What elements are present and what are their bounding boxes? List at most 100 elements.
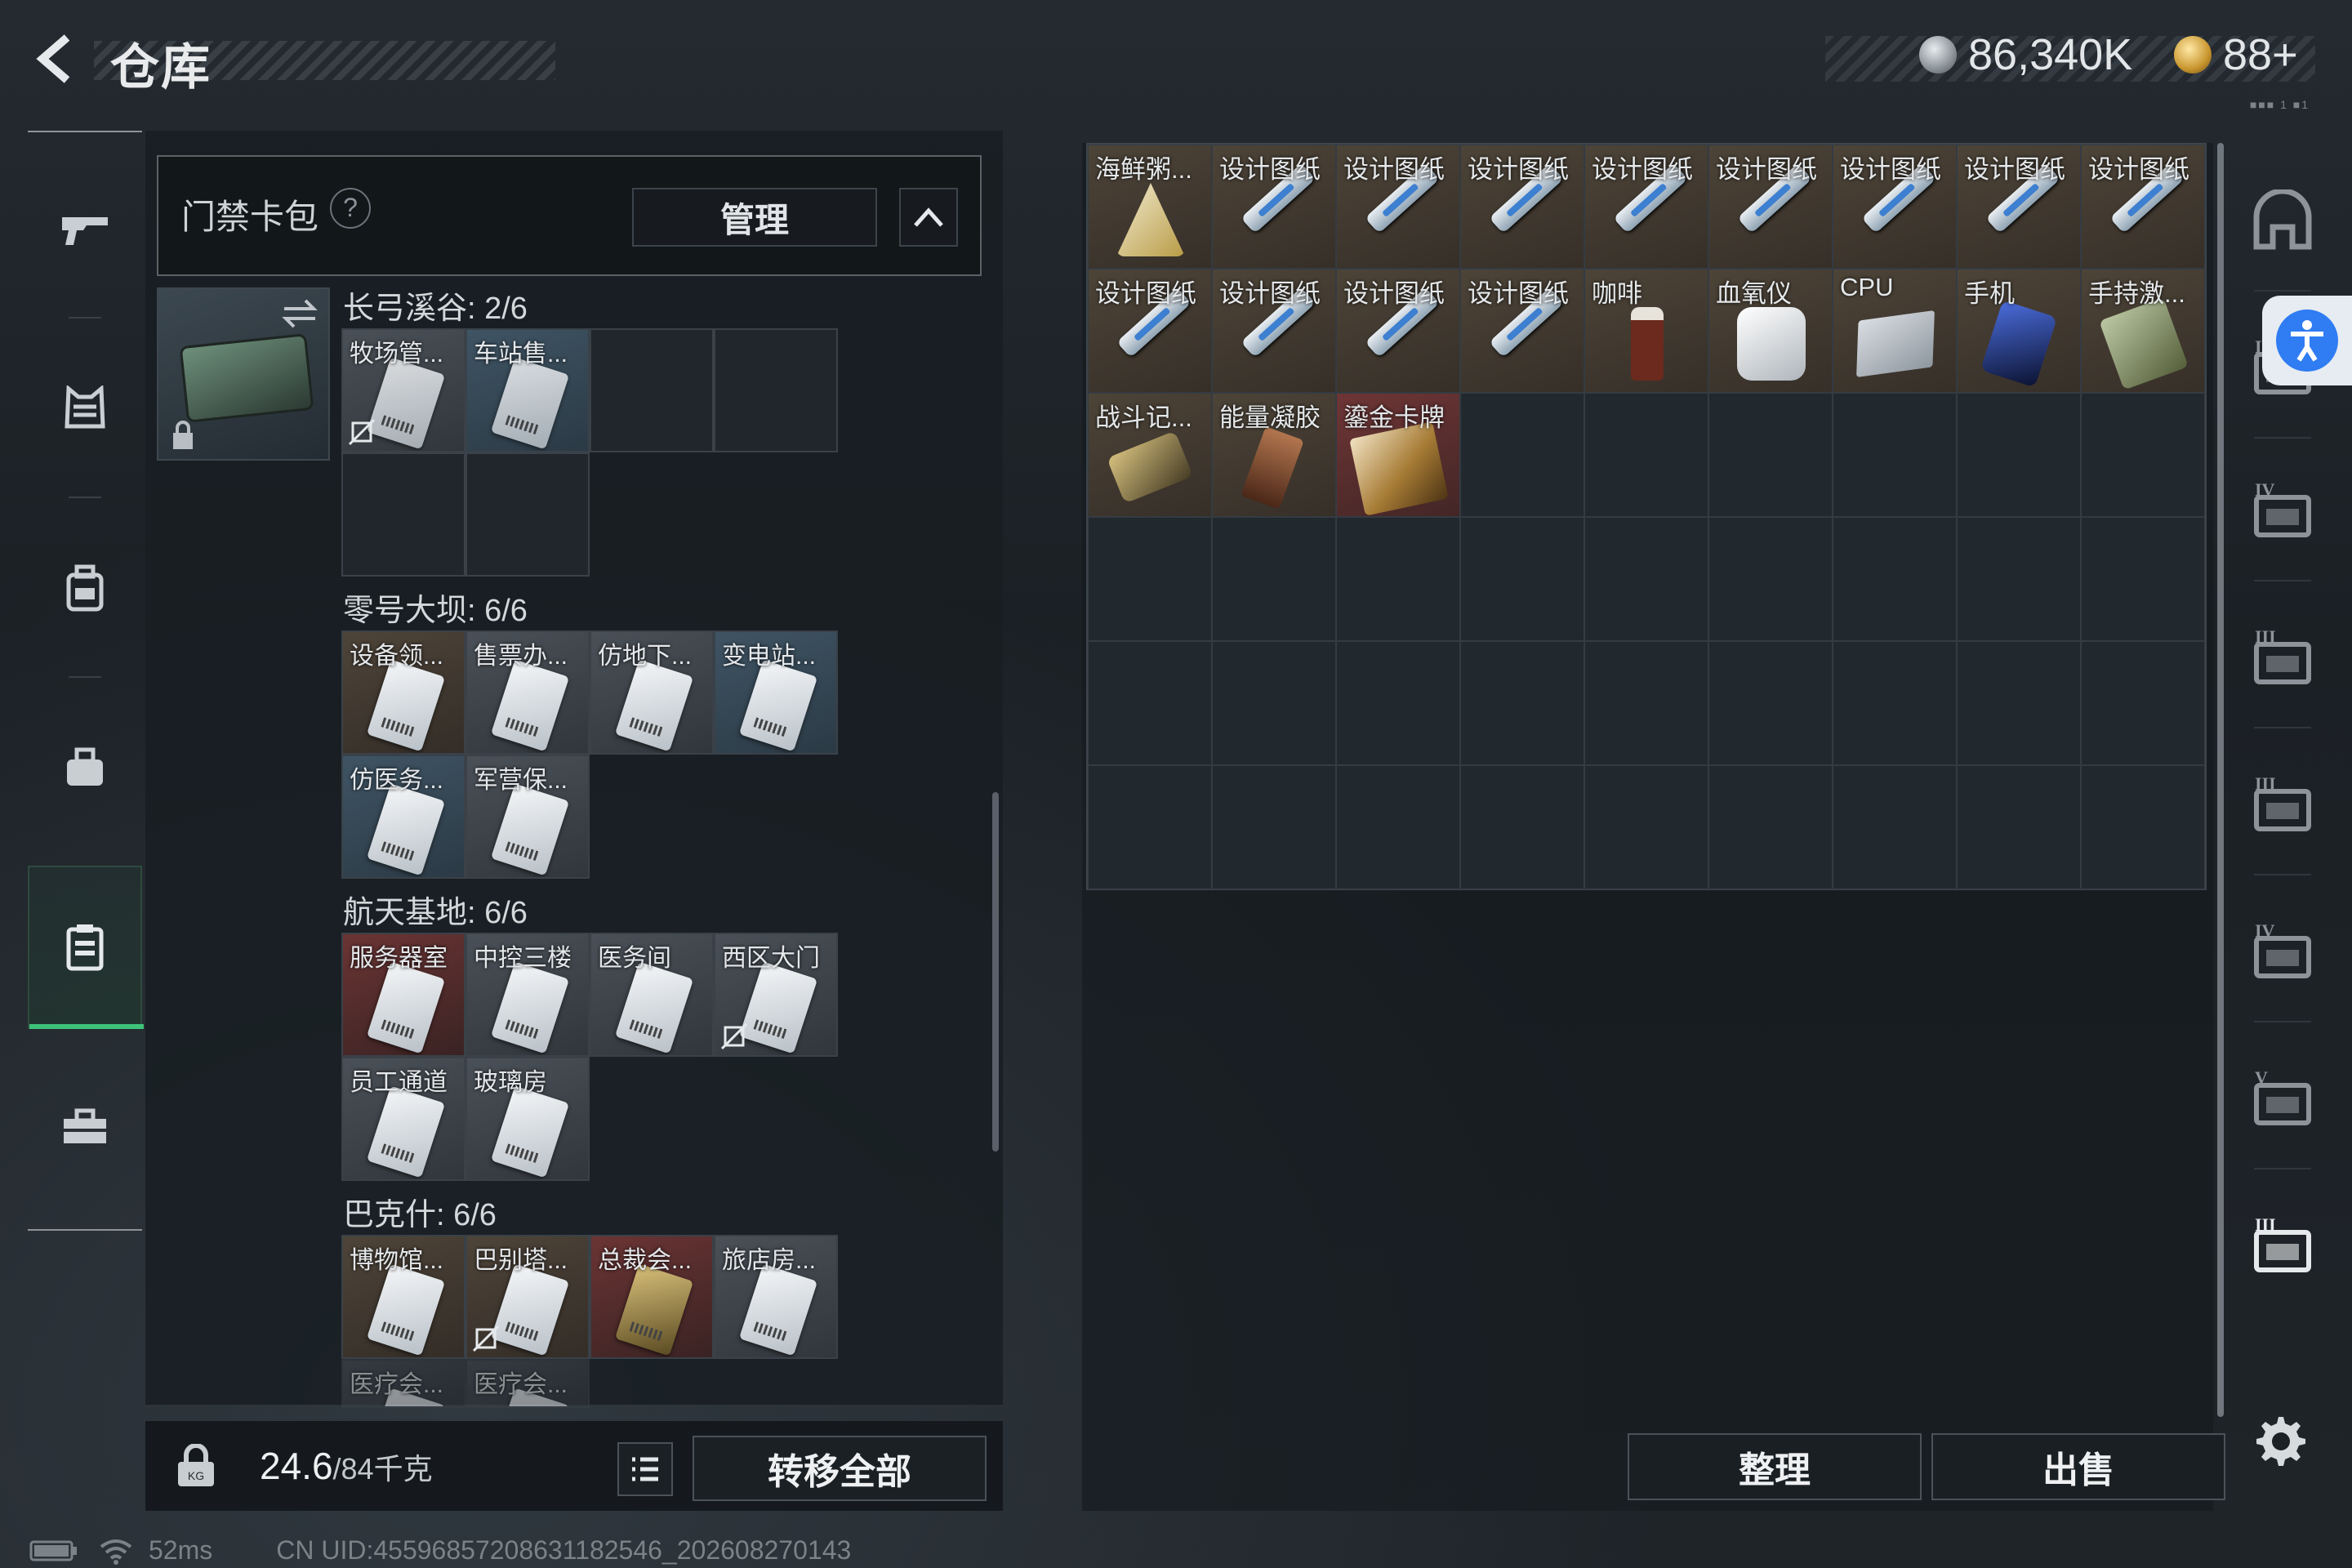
keycard-slot[interactable]: 医疗会... — [466, 1359, 590, 1408]
storage-item[interactable]: 设计图纸 — [1708, 145, 1833, 269]
storage-item[interactable]: 设计图纸 — [1212, 145, 1336, 269]
storage-item[interactable]: 手机 — [1957, 269, 2081, 393]
keycard-slot[interactable]: 牧场管... — [341, 328, 466, 452]
keycard-label: 医疗会... — [350, 1371, 444, 1398]
storage-item-label: 设计图纸 — [1095, 279, 1196, 308]
nav-cardpack[interactable] — [28, 866, 144, 1029]
unbound-icon — [348, 418, 376, 446]
storage-item[interactable]: 设计图纸 — [1088, 269, 1212, 393]
keycard-slot[interactable]: 仿医务... — [341, 755, 466, 879]
page-title: 仓库 — [110, 40, 212, 95]
storage-item[interactable]: 设计图纸 — [1957, 145, 2081, 269]
ping-text: 52ms — [149, 1535, 213, 1565]
svg-text:IV: IV — [2255, 479, 2275, 500]
sell-button[interactable]: 出售 — [1931, 1433, 2225, 1500]
transfer-all-button[interactable]: 转移全部 — [693, 1436, 987, 1501]
storage-item[interactable]: 战斗记... — [1088, 393, 1212, 517]
keycard-slot[interactable]: 总裁会... — [590, 1235, 714, 1359]
keycard-slot[interactable]: 设备领... — [341, 630, 466, 755]
storage-item[interactable]: 设计图纸 — [1460, 145, 1584, 269]
coffee-icon — [1631, 307, 1664, 381]
left-nav — [28, 131, 144, 1233]
keycard-slot[interactable]: 仿地下... — [590, 630, 714, 755]
manage-button[interactable]: 管理 — [632, 188, 877, 247]
backpack-icon — [66, 564, 104, 612]
keycard-label: 员工通道 — [350, 1069, 448, 1096]
keycard-slot[interactable]: 变电站... — [714, 630, 838, 755]
storage-item[interactable]: 海鲜粥... — [1088, 145, 1212, 269]
keycard-slot[interactable]: 车站售... — [466, 328, 590, 452]
keycard-icon — [738, 961, 818, 1054]
keycard-label: 医务间 — [598, 945, 671, 972]
storage-item[interactable]: 设计图纸 — [1460, 269, 1584, 393]
swap-icon — [282, 299, 318, 328]
storage-item[interactable]: 血氧仪 — [1708, 269, 1833, 393]
settings-button[interactable] — [2244, 1405, 2318, 1478]
bag-icon — [67, 747, 103, 786]
storage-empty-cell — [2081, 517, 2205, 641]
keycard-slot[interactable]: 军营保... — [466, 755, 590, 879]
keycard-slot[interactable]: 玻璃房 — [466, 1057, 590, 1181]
nav-armor[interactable] — [28, 327, 142, 490]
side-tab-helmet[interactable] — [2238, 176, 2328, 265]
nav-weapon[interactable] — [28, 147, 142, 310]
list-button[interactable] — [617, 1442, 673, 1496]
keycard-icon — [614, 961, 694, 1054]
cardpack-label: 门禁卡包 — [181, 198, 319, 236]
side-tab-ammo-iii-a[interactable]: III — [2238, 612, 2328, 702]
storage-item[interactable]: CPU — [1833, 269, 1957, 393]
silver-coin-icon — [1919, 36, 1957, 74]
storage-item[interactable]: 设计图纸 — [1212, 269, 1336, 393]
nav-bag[interactable] — [28, 686, 142, 849]
storage-empty-cell — [1957, 393, 2081, 517]
weight-value: 24.6 — [260, 1445, 333, 1487]
side-tab-tools-iii[interactable]: III — [2238, 1200, 2328, 1290]
collapse-button[interactable] — [899, 188, 958, 247]
storage-item-label: 手机 — [1964, 279, 2015, 308]
storage-item[interactable]: 设计图纸 — [1336, 269, 1460, 393]
keycard-icon — [738, 1263, 818, 1356]
storage-empty-cell — [1708, 517, 1833, 641]
side-tab-separator — [2254, 437, 2311, 439]
nav-toolbox[interactable] — [28, 1045, 142, 1209]
storage-scrollbar[interactable] — [2217, 143, 2224, 1417]
keycard-slot[interactable]: 旅店房... — [714, 1235, 838, 1359]
keycard-slot[interactable]: 中控三楼 — [466, 933, 590, 1057]
storage-empty-cell — [1460, 641, 1584, 765]
accessibility-button[interactable] — [2262, 296, 2352, 385]
group-title: 航天基地: 6/6 — [343, 896, 528, 930]
keycard-label: 设备领... — [350, 643, 444, 670]
storage-item[interactable]: 鎏金卡牌 — [1336, 393, 1460, 517]
storage-item[interactable]: 设计图纸 — [2081, 145, 2205, 269]
keycard-slot[interactable]: 巴别塔... — [466, 1235, 590, 1359]
cardpack-item[interactable] — [157, 287, 330, 461]
keycard-slot[interactable]: 医疗会... — [341, 1359, 466, 1408]
side-tab-medkit-iv[interactable]: IV — [2238, 466, 2328, 555]
storage-item[interactable]: 设计图纸 — [1336, 145, 1460, 269]
side-tab-gear-v[interactable]: V — [2238, 1054, 2328, 1143]
storage-item[interactable]: 设计图纸 — [1584, 145, 1708, 269]
storage-item[interactable]: 设计图纸 — [1833, 145, 1957, 269]
keycard-slot[interactable]: 博物馆... — [341, 1235, 466, 1359]
keycard-slot[interactable]: 员工通道 — [341, 1057, 466, 1181]
keycard-slot[interactable]: 售票办... — [466, 630, 590, 755]
keycard-slot[interactable]: 服务器室 — [341, 933, 466, 1057]
silver-currency: 86,340K — [1919, 29, 2132, 80]
storage-item[interactable]: 咖啡 — [1584, 269, 1708, 393]
cardpack-scrollbar[interactable] — [992, 792, 999, 1152]
storage-item[interactable]: 手持激... — [2081, 269, 2205, 393]
side-tab-ammo-iii-b[interactable]: III — [2238, 760, 2328, 849]
keycard-label: 售票办... — [474, 643, 568, 670]
gold-currency[interactable]: 88+ — [2174, 29, 2298, 80]
sort-button[interactable]: 整理 — [1628, 1433, 1922, 1500]
keycard-slot[interactable]: 医务间 — [590, 933, 714, 1057]
weight-total: /84千克 — [332, 1452, 433, 1486]
storage-item[interactable]: 能量凝胶 — [1212, 393, 1336, 517]
keycard-slot[interactable]: 西区大门 — [714, 933, 838, 1057]
keycard-icon — [490, 961, 570, 1054]
nav-backpack[interactable] — [28, 506, 142, 670]
help-icon[interactable]: ? — [330, 188, 371, 229]
side-tab-gun-iv[interactable]: IV — [2238, 906, 2328, 996]
back-button[interactable] — [24, 26, 90, 91]
storage-item-label: 设计图纸 — [1840, 155, 1941, 184]
